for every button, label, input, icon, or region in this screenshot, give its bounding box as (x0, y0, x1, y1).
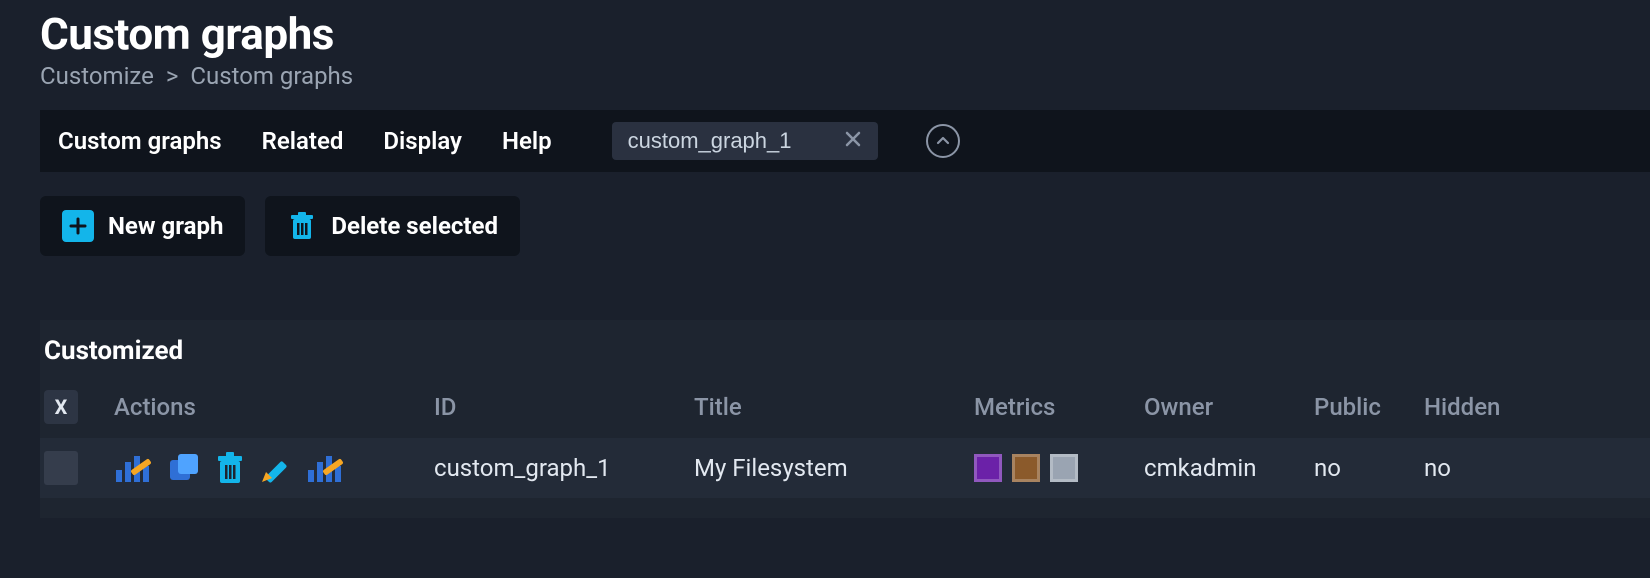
metric-swatch-2 (1050, 454, 1078, 482)
menu-display[interactable]: Display (383, 127, 462, 155)
cell-title: My Filesystem (680, 438, 960, 498)
cell-public: no (1300, 438, 1410, 498)
row-actions (114, 450, 406, 486)
menu-custom-graphs[interactable]: Custom graphs (58, 127, 222, 155)
col-title: Title (680, 380, 960, 438)
menubar: Custom graphs Related Display Help (40, 110, 1650, 172)
trash-icon (287, 210, 317, 242)
select-all-toggle[interactable]: X (44, 390, 78, 424)
search-wrap (612, 122, 878, 160)
graphs-table: X Actions ID Title Metrics Owner Public … (40, 380, 1650, 498)
edit-chart-icon[interactable] (114, 450, 154, 486)
delete-selected-button[interactable]: Delete selected (265, 196, 520, 256)
metric-swatch-0 (974, 454, 1002, 482)
page-title: Custom graphs (40, 8, 1650, 60)
chevron-up-icon (936, 136, 950, 146)
clear-search-icon[interactable] (838, 128, 868, 154)
row-checkbox[interactable] (44, 451, 78, 485)
row-trash-icon[interactable] (214, 450, 246, 486)
pencil-icon[interactable] (258, 450, 294, 486)
cell-metrics (974, 454, 1116, 482)
cell-owner: cmkadmin (1130, 438, 1300, 498)
col-metrics: Metrics (960, 380, 1130, 438)
col-actions: Actions (100, 380, 420, 438)
customized-section: Customized X Actions ID Title Metrics Ow… (40, 320, 1650, 518)
col-owner: Owner (1130, 380, 1300, 438)
delete-selected-label: Delete selected (331, 212, 498, 240)
cell-hidden: no (1410, 438, 1650, 498)
collapse-toggle[interactable] (926, 124, 960, 158)
clone-icon[interactable] (166, 450, 202, 486)
menu-related[interactable]: Related (262, 127, 344, 155)
plus-icon (62, 210, 94, 242)
new-graph-label: New graph (108, 212, 223, 240)
col-hidden: Hidden (1410, 380, 1650, 438)
metric-swatch-1 (1012, 454, 1040, 482)
breadcrumb-part-1[interactable]: Custom graphs (190, 62, 353, 90)
new-graph-button[interactable]: New graph (40, 196, 245, 256)
breadcrumb-separator: > (166, 62, 179, 90)
table-row: custom_graph_1 My Filesystem cmkadmin no… (40, 438, 1650, 498)
action-row: New graph Delete selected (40, 196, 1650, 256)
section-title: Customized (40, 336, 1650, 366)
col-id: ID (420, 380, 680, 438)
chart-icon[interactable] (306, 450, 346, 486)
search-input[interactable] (628, 128, 838, 154)
breadcrumb: Customize > Custom graphs (40, 62, 1650, 90)
col-public: Public (1300, 380, 1410, 438)
breadcrumb-part-0[interactable]: Customize (40, 62, 154, 90)
menu-help[interactable]: Help (502, 127, 552, 155)
cell-id: custom_graph_1 (420, 438, 680, 498)
